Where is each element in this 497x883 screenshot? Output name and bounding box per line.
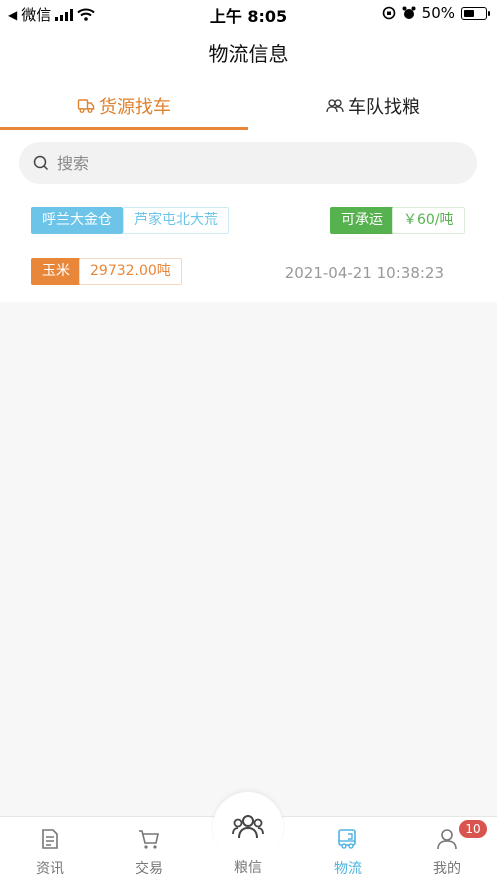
truck-icon (338, 829, 356, 849)
truck-outline-icon (77, 99, 95, 113)
nav-item-logistics[interactable]: 物流 (308, 817, 388, 883)
search-icon (33, 155, 49, 171)
nav-item-grain-info[interactable] (213, 792, 283, 862)
news-icon (42, 829, 58, 849)
price-tag: ￥60/吨 (392, 207, 465, 234)
nav-label: 我的 (433, 861, 461, 877)
tab-bar: 货源找车 车队找粮 (0, 82, 497, 130)
destination-tag: 芦家屯北大荒 (123, 207, 229, 234)
notification-badge: 10 (459, 820, 487, 838)
nav-label: 交易 (135, 861, 163, 877)
battery-icon (461, 6, 490, 20)
group-icon (232, 815, 264, 839)
tab-label: 车队找粮 (348, 97, 420, 118)
search-input[interactable] (57, 153, 437, 173)
nav-label: 物流 (334, 861, 362, 877)
nav-item-news[interactable]: 资讯 (10, 817, 90, 883)
nav-label: 粮信 (234, 860, 262, 876)
nav-label: 资讯 (36, 861, 64, 877)
search-bar[interactable] (19, 142, 477, 184)
tab-fleet-find-grain[interactable]: 车队找粮 (249, 82, 497, 130)
active-tab-indicator (0, 127, 248, 130)
status-bar: ◀ 微信 上午 8:05 50% (0, 0, 497, 26)
page-title: 物流信息 (208, 42, 289, 66)
listing-datetime: 2021-04-21 10:38:23 (284, 264, 444, 282)
nav-item-trade[interactable]: 交易 (109, 817, 189, 883)
rotation-lock-icon (382, 6, 395, 20)
origin-tag: 呼兰大金仓 (31, 207, 123, 234)
goods-tag: 玉米 (31, 258, 81, 285)
cart-icon (139, 830, 159, 849)
alarm-icon (402, 6, 416, 19)
people-icon (326, 99, 344, 113)
user-icon (437, 829, 457, 850)
weight-tag: 29732.00吨 (79, 258, 182, 285)
battery-percent: 50% (421, 4, 455, 22)
tab-cargo-find-truck[interactable]: 货源找车 (0, 82, 248, 130)
status-right: 50% (382, 4, 490, 22)
status-badge[interactable]: 可承运 (330, 207, 394, 234)
tab-label: 货源找车 (99, 97, 171, 118)
